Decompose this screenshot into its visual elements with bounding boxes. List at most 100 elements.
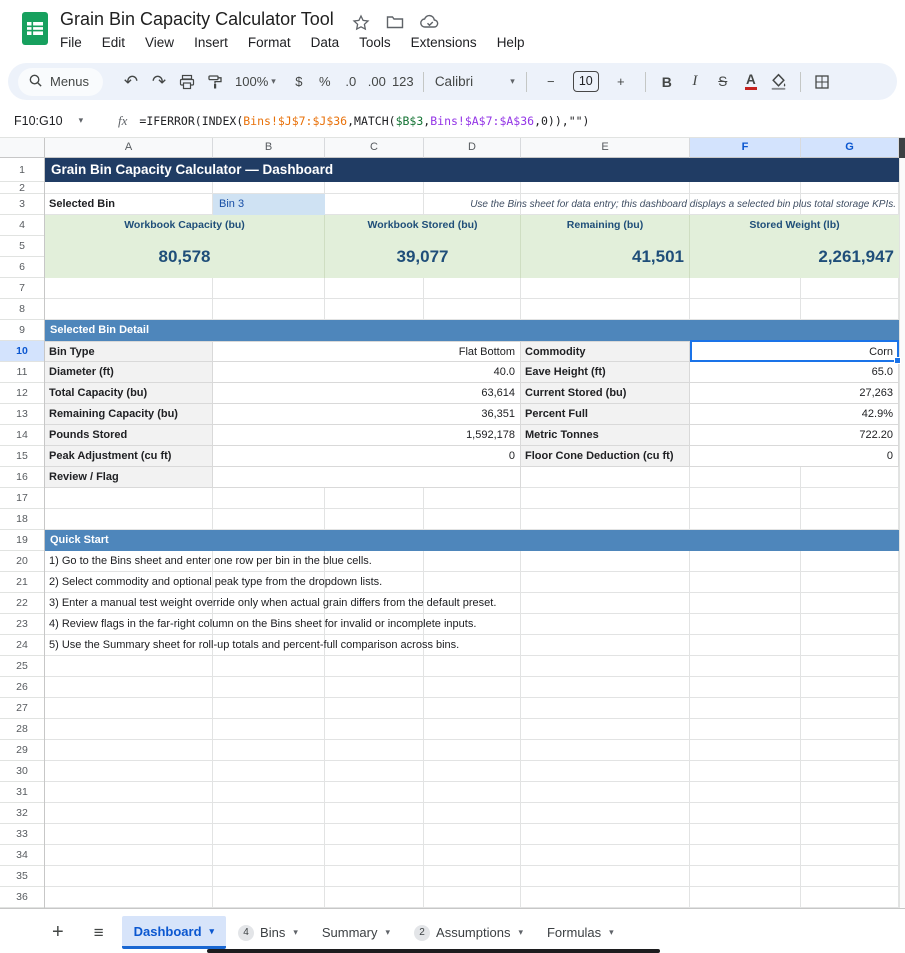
menus-search-button[interactable]: Menus bbox=[18, 68, 103, 96]
row-header-9[interactable]: 9 bbox=[0, 320, 44, 341]
selected-bin-value-cell[interactable]: Bin 3 bbox=[213, 194, 325, 215]
zoom-control[interactable]: 100% ▾ bbox=[235, 74, 276, 89]
menu-tools[interactable]: Tools bbox=[359, 35, 391, 50]
row-header-14[interactable]: 14 bbox=[0, 425, 44, 446]
tab-summary[interactable]: Summary ▾ bbox=[310, 916, 402, 949]
row-header-29[interactable]: 29 bbox=[0, 740, 44, 761]
detail-value-cell[interactable]: 0 bbox=[213, 446, 521, 467]
detail-label-cell[interactable]: Commodity bbox=[521, 341, 690, 362]
detail-value-cell[interactable]: 63,614 bbox=[213, 383, 521, 404]
tab-dashboard[interactable]: Dashboard ▾ bbox=[122, 916, 226, 949]
cloud-saved-icon[interactable] bbox=[420, 14, 438, 32]
row-header-16[interactable]: 16 bbox=[0, 467, 44, 488]
tab-assumptions[interactable]: 2 Assumptions ▾ bbox=[402, 916, 535, 949]
detail-label-cell[interactable]: Current Stored (bu) bbox=[521, 383, 690, 404]
detail-label-cell[interactable]: Review / Flag bbox=[45, 467, 213, 488]
row-header-6[interactable]: 6 bbox=[0, 257, 44, 278]
row-header-30[interactable]: 30 bbox=[0, 761, 44, 782]
detail-value-cell[interactable]: 27,263 bbox=[690, 383, 899, 404]
row-header-12[interactable]: 12 bbox=[0, 383, 44, 404]
menu-format[interactable]: Format bbox=[248, 35, 291, 50]
detail-value-cell[interactable]: Flat Bottom bbox=[213, 341, 521, 362]
column-header-B[interactable]: B bbox=[213, 138, 325, 158]
row-header-32[interactable]: 32 bbox=[0, 803, 44, 824]
star-icon[interactable] bbox=[352, 14, 370, 32]
decrease-font-size-button[interactable]: − bbox=[538, 74, 564, 89]
row-header-18[interactable]: 18 bbox=[0, 509, 44, 530]
column-header-E[interactable]: E bbox=[521, 138, 690, 158]
format-currency-button[interactable]: $ bbox=[286, 74, 312, 89]
add-sheet-icon[interactable]: + bbox=[52, 921, 64, 944]
row-header-28[interactable]: 28 bbox=[0, 719, 44, 740]
row-header-17[interactable]: 17 bbox=[0, 488, 44, 509]
fill-color-icon[interactable] bbox=[765, 69, 793, 95]
bold-button[interactable]: B bbox=[653, 69, 681, 95]
detail-label-cell[interactable]: Eave Height (ft) bbox=[521, 362, 690, 383]
row-header-11[interactable]: 11 bbox=[0, 362, 44, 383]
menu-insert[interactable]: Insert bbox=[194, 35, 228, 50]
row-header-36[interactable]: 36 bbox=[0, 887, 44, 908]
font-size-input[interactable]: 10 bbox=[573, 71, 599, 92]
row-header-15[interactable]: 15 bbox=[0, 446, 44, 467]
kpi-value-remaining[interactable]: 41,501 bbox=[521, 236, 690, 278]
detail-value-cell[interactable]: 65.0 bbox=[690, 362, 899, 383]
kpi-header-workbook-capacity[interactable]: Workbook Capacity (bu) bbox=[45, 215, 325, 236]
font-family-select[interactable]: Calibri ▾ bbox=[435, 74, 515, 89]
menu-data[interactable]: Data bbox=[311, 35, 340, 50]
document-title[interactable]: Grain Bin Capacity Calculator Tool bbox=[60, 9, 334, 30]
row-header-21[interactable]: 21 bbox=[0, 572, 44, 593]
quickstart-step-cell[interactable]: 4) Review flags in the far-right column … bbox=[45, 614, 899, 635]
vertical-scrollbar[interactable] bbox=[899, 158, 905, 908]
name-box[interactable]: F10:G10 ▾ bbox=[0, 114, 104, 128]
kpi-header-remaining[interactable]: Remaining (bu) bbox=[521, 215, 690, 236]
more-formats-button[interactable]: 123 bbox=[390, 74, 416, 89]
column-header-F[interactable]: F bbox=[690, 138, 801, 158]
kpi-header-stored-weight[interactable]: Stored Weight (lb) bbox=[690, 215, 899, 236]
strikethrough-button[interactable]: S bbox=[709, 69, 737, 95]
kpi-value-workbook-capacity[interactable]: 80,578 bbox=[45, 236, 325, 278]
kpi-value-workbook-stored[interactable]: 39,077 bbox=[325, 236, 521, 278]
row-header-25[interactable]: 25 bbox=[0, 656, 44, 677]
row-header-31[interactable]: 31 bbox=[0, 782, 44, 803]
detail-value-cell[interactable]: 40.0 bbox=[213, 362, 521, 383]
text-color-button[interactable]: A bbox=[745, 73, 757, 90]
redo-icon[interactable]: ↷ bbox=[145, 69, 173, 95]
row-header-10[interactable]: 10 bbox=[0, 341, 44, 362]
select-all-corner[interactable] bbox=[0, 138, 45, 158]
selected-bin-label-cell[interactable]: Selected Bin bbox=[45, 194, 213, 215]
row-header-3[interactable]: 3 bbox=[0, 194, 44, 215]
detail-value-cell[interactable]: 722.20 bbox=[690, 425, 899, 446]
column-header-A[interactable]: A bbox=[45, 138, 213, 158]
row-header-8[interactable]: 8 bbox=[0, 299, 44, 320]
row-header-26[interactable]: 26 bbox=[0, 677, 44, 698]
detail-label-cell[interactable]: Percent Full bbox=[521, 404, 690, 425]
print-icon[interactable] bbox=[173, 69, 201, 95]
detail-label-cell[interactable]: Pounds Stored bbox=[45, 425, 213, 446]
column-header-D[interactable]: D bbox=[424, 138, 521, 158]
kpi-value-stored-weight[interactable]: 2,261,947 bbox=[690, 236, 899, 278]
row-header-33[interactable]: 33 bbox=[0, 824, 44, 845]
row-header-1[interactable]: 1 bbox=[0, 158, 44, 182]
menu-edit[interactable]: Edit bbox=[102, 35, 125, 50]
detail-label-cell[interactable]: Floor Cone Deduction (cu ft) bbox=[521, 446, 690, 467]
borders-icon[interactable] bbox=[808, 69, 836, 95]
quickstart-section-header-cell[interactable]: Quick Start bbox=[45, 530, 899, 551]
detail-value-cell[interactable]: 36,351 bbox=[213, 404, 521, 425]
formula-input[interactable]: =IFERROR(INDEX(Bins!$J$7:$J$36,MATCH($B$… bbox=[139, 114, 589, 128]
detail-label-cell[interactable]: Bin Type bbox=[45, 341, 213, 362]
quickstart-step-cell[interactable]: 5) Use the Summary sheet for roll-up tot… bbox=[45, 635, 899, 656]
detail-label-cell[interactable]: Remaining Capacity (bu) bbox=[45, 404, 213, 425]
detail-section-header-cell[interactable]: Selected Bin Detail bbox=[45, 320, 899, 341]
column-header-C[interactable]: C bbox=[325, 138, 424, 158]
row-header-4[interactable]: 4 bbox=[0, 215, 44, 236]
menu-help[interactable]: Help bbox=[497, 35, 525, 50]
format-percent-button[interactable]: % bbox=[312, 74, 338, 89]
row-header-23[interactable]: 23 bbox=[0, 614, 44, 635]
quickstart-step-cell[interactable]: 3) Enter a manual test weight override o… bbox=[45, 593, 899, 614]
row-header-5[interactable]: 5 bbox=[0, 236, 44, 257]
quickstart-step-cell[interactable]: 1) Go to the Bins sheet and enter one ro… bbox=[45, 551, 899, 572]
decrease-decimal-button[interactable]: .0 bbox=[338, 74, 364, 89]
row-header-2[interactable]: 2 bbox=[0, 182, 44, 194]
tab-formulas[interactable]: Formulas ▾ bbox=[535, 916, 626, 949]
row-header-35[interactable]: 35 bbox=[0, 866, 44, 887]
